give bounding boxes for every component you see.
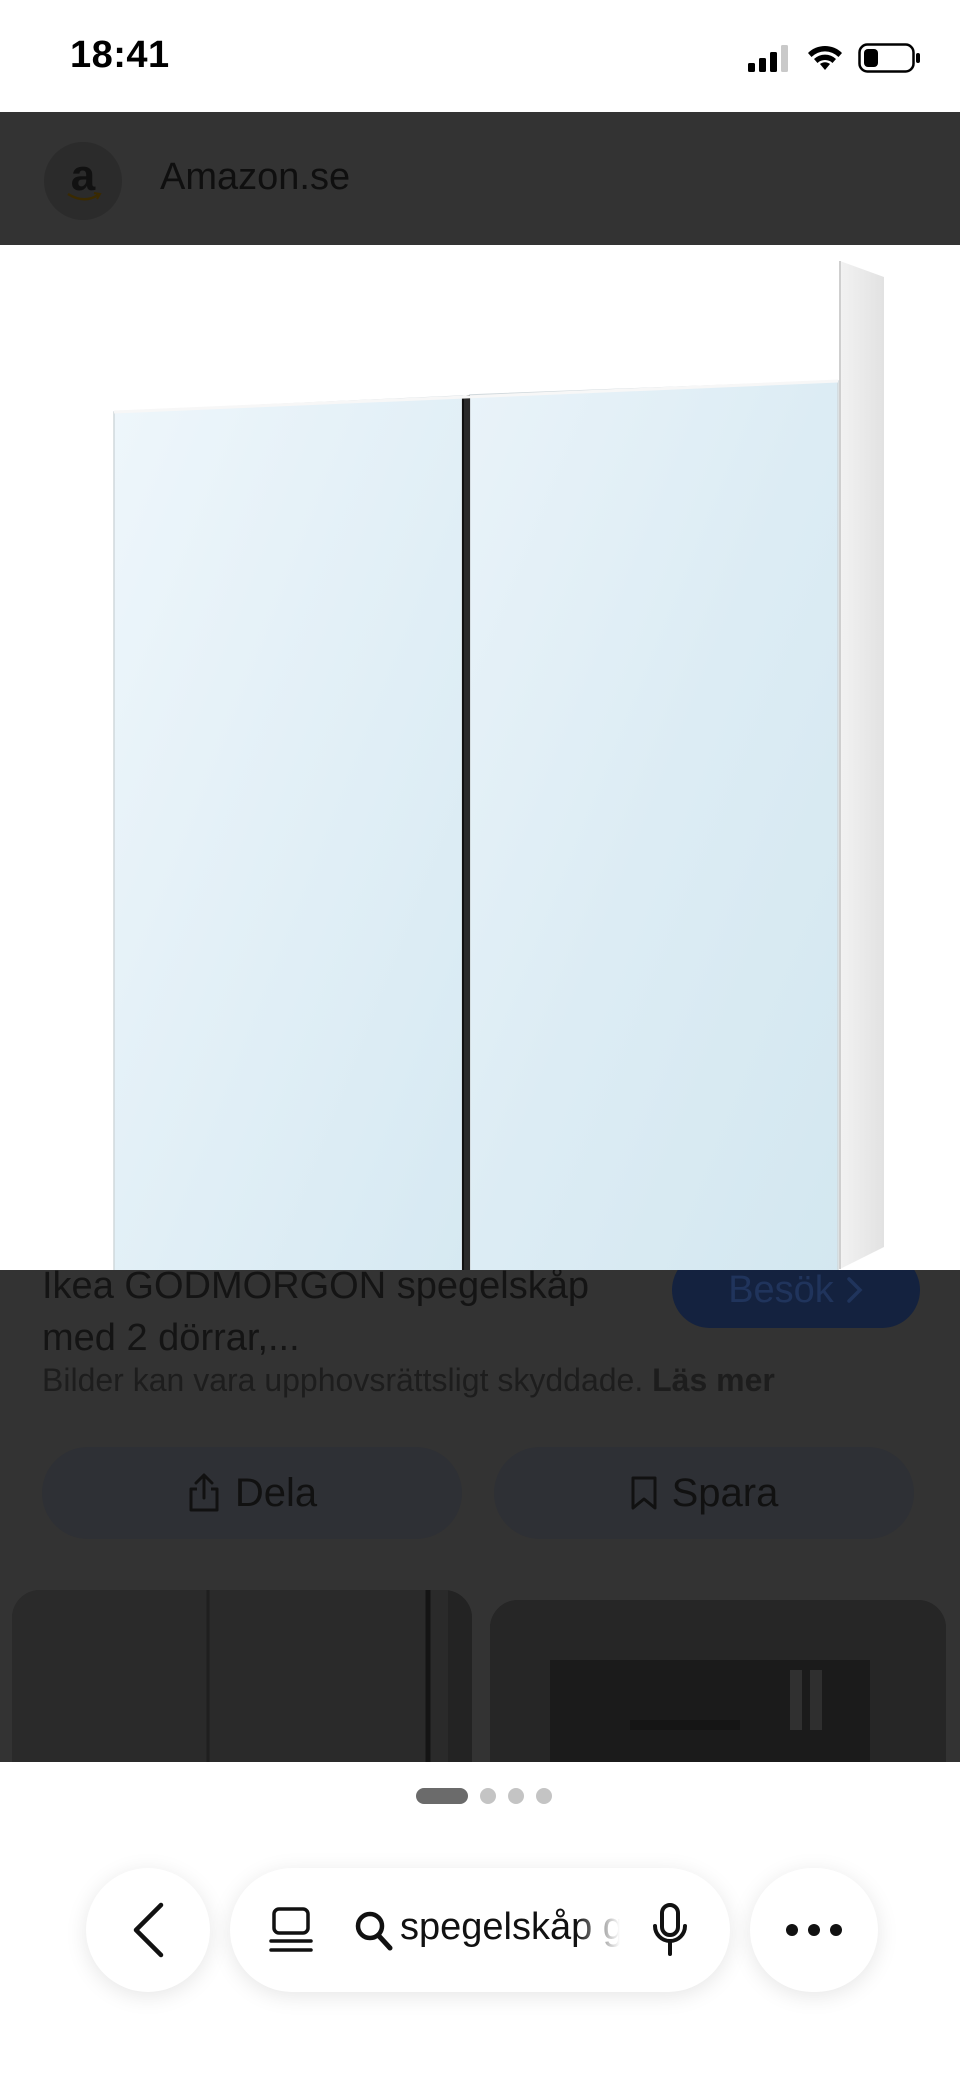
image-pager — [416, 1788, 552, 1804]
back-button[interactable] — [86, 1868, 210, 1992]
pager-dot[interactable] — [480, 1788, 496, 1804]
chevron-right-icon — [847, 1277, 863, 1303]
copyright-text: Bilder kan vara upphovsrättsligt skyddad… — [42, 1362, 644, 1398]
cellular-signal-icon — [748, 45, 788, 72]
read-more-link[interactable]: Läs mer — [652, 1362, 775, 1398]
status-time: 18:41 — [70, 34, 170, 76]
more-dot — [808, 1924, 820, 1936]
search-icon — [355, 1911, 393, 1951]
battery-icon — [858, 43, 920, 73]
pager-dot[interactable] — [536, 1788, 552, 1804]
smile-icon — [67, 192, 102, 201]
visit-label: Besök — [728, 1268, 834, 1311]
source-name: Amazon.se — [160, 156, 351, 198]
related-image-1[interactable] — [12, 1590, 472, 1770]
more-dot — [830, 1924, 842, 1936]
save-label: Spara — [671, 1470, 779, 1515]
copyright-notice: Bilder kan vara upphovsrättsligt skyddad… — [42, 1362, 775, 1399]
search-query[interactable]: spegelskåp godmorgon — [400, 1906, 620, 1949]
chevron-left-icon — [133, 1902, 164, 1958]
save-button[interactable]: Spara — [494, 1447, 914, 1539]
more-dot — [786, 1924, 798, 1936]
microphone-icon[interactable] — [650, 1902, 690, 1958]
bookmark-icon — [631, 1476, 657, 1510]
pager-dot-active[interactable] — [416, 1788, 468, 1804]
status-icons — [748, 40, 922, 76]
product-image[interactable] — [0, 245, 960, 1294]
bottom-toolbar: spegelskåp godmorgon — [0, 1762, 960, 2079]
tabs-icon[interactable] — [268, 1906, 314, 1956]
status-bar: 18:41 — [0, 0, 960, 112]
pager-dot[interactable] — [508, 1788, 524, 1804]
more-button[interactable] — [750, 1868, 878, 1992]
share-button[interactable]: Dela — [42, 1447, 462, 1539]
share-icon — [189, 1473, 219, 1512]
related-thumbnail-2 — [490, 1600, 946, 1770]
source-header[interactable]: a Amazon.se — [0, 112, 960, 245]
related-image-2[interactable] — [490, 1600, 946, 1780]
result-title[interactable]: Ikea GODMORGON spegelskåp med 2 dörrar,.… — [42, 1260, 662, 1370]
search-bar[interactable]: spegelskåp godmorgon — [230, 1868, 730, 1992]
amazon-logo: a — [44, 142, 122, 220]
wifi-icon — [808, 45, 842, 70]
mirror-cabinet-image — [113, 261, 884, 1294]
image-viewer-backdrop: a Amazon.se Ikea GODMORGON spegelskåp me… — [0, 112, 960, 1780]
share-label: Dela — [234, 1470, 318, 1515]
related-thumbnail-1 — [12, 1590, 472, 1770]
